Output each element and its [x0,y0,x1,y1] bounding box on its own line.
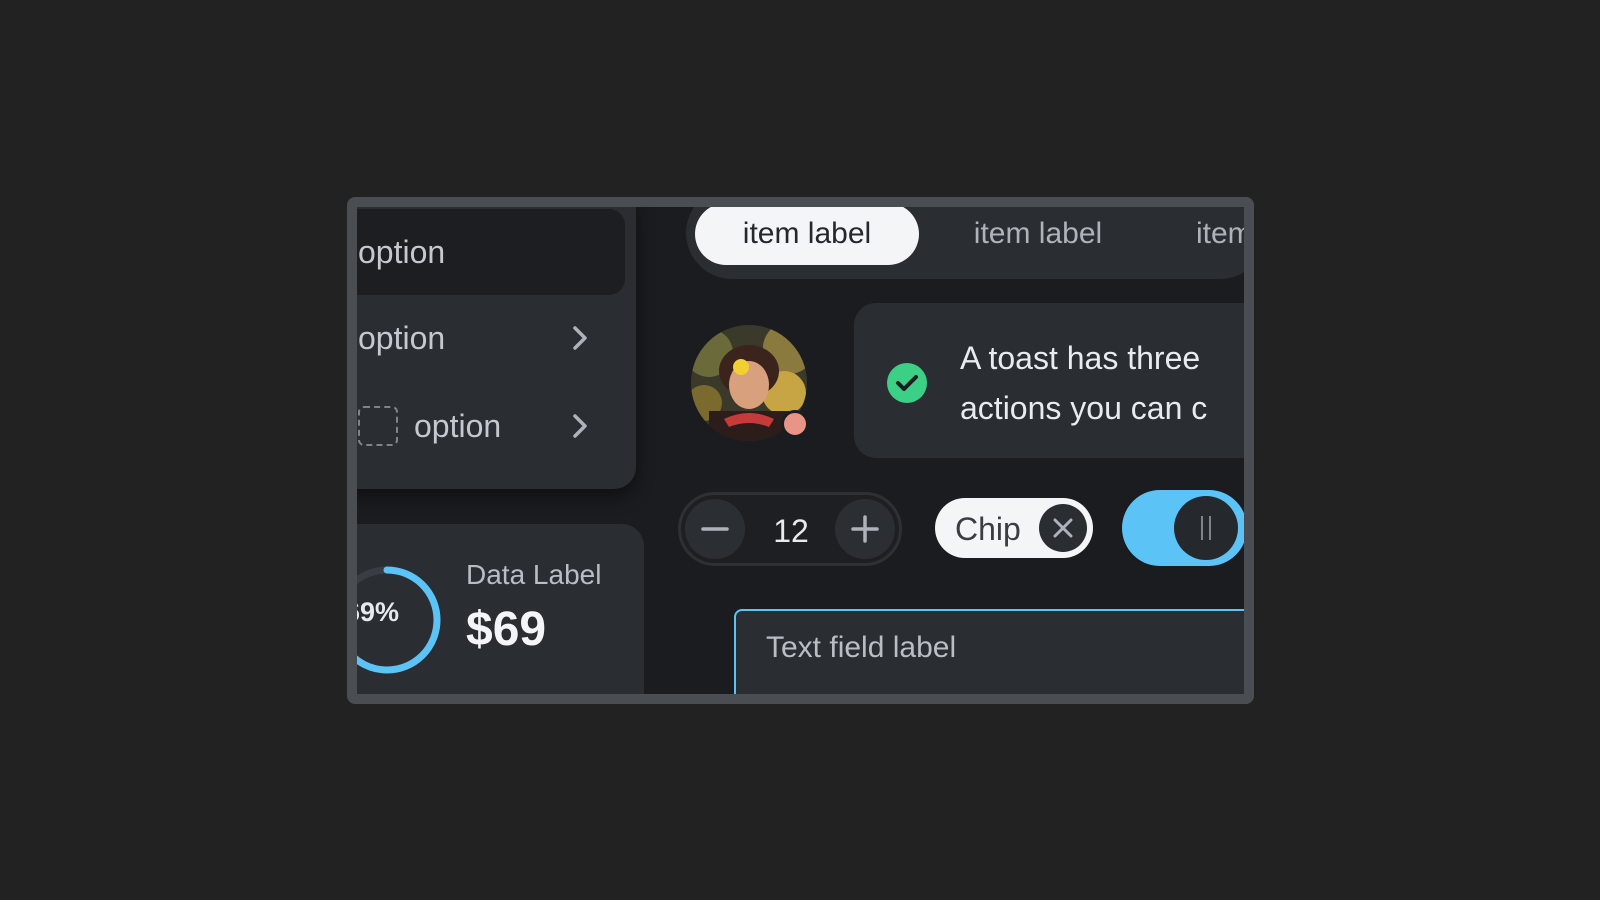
component-gallery: option option option 69% Data Label $69 … [357,207,1244,694]
avatar-status-dot [781,410,809,438]
menu-option-2[interactable]: option [357,295,621,381]
data-value: $69 [466,603,547,656]
menu-option-label: option [358,319,446,356]
stepper-value: 12 [773,513,809,549]
toggle-switch[interactable] [1122,490,1244,566]
check-circle-icon [887,363,927,403]
menu-option-selected[interactable]: option [357,209,625,295]
chevron-right-icon [573,414,587,438]
chevron-right-icon [573,326,587,350]
dashed-placeholder-icon [358,406,398,446]
text-field[interactable]: Text field label [734,609,1244,694]
tab-item-3[interactable]: item label [1176,207,1244,265]
tab-item-2[interactable]: item label [926,207,1150,265]
tab-label: item label [742,217,872,250]
option-menu: option option option [357,207,636,489]
grip-lines-icon [1201,516,1211,540]
segmented-tabs: item label item label item label [686,207,1244,279]
tab-label: item label [973,217,1103,250]
close-icon [1053,518,1073,538]
tab-label: item label [1196,217,1244,250]
menu-option-3[interactable]: option [357,383,621,469]
minus-icon [701,527,729,531]
menu-option-label: option [414,407,502,444]
data-label: Data Label [466,559,602,590]
chip-remove-button[interactable] [1039,504,1087,552]
toggle-knob [1174,496,1238,560]
toast-message: A toast has three actions you can c [960,340,1208,426]
text-field-label: Text field label [766,631,957,664]
menu-option-label: option [358,233,446,270]
chip[interactable]: Chip [935,498,1093,558]
tab-item-1[interactable]: item label [695,207,919,265]
plus-icon [851,515,879,543]
increment-button[interactable] [835,499,895,559]
quantity-stepper: 12 [678,492,902,566]
chip-label: Chip [955,511,1021,547]
decrement-button[interactable] [685,499,745,559]
progress-percent: 69% [357,597,400,627]
